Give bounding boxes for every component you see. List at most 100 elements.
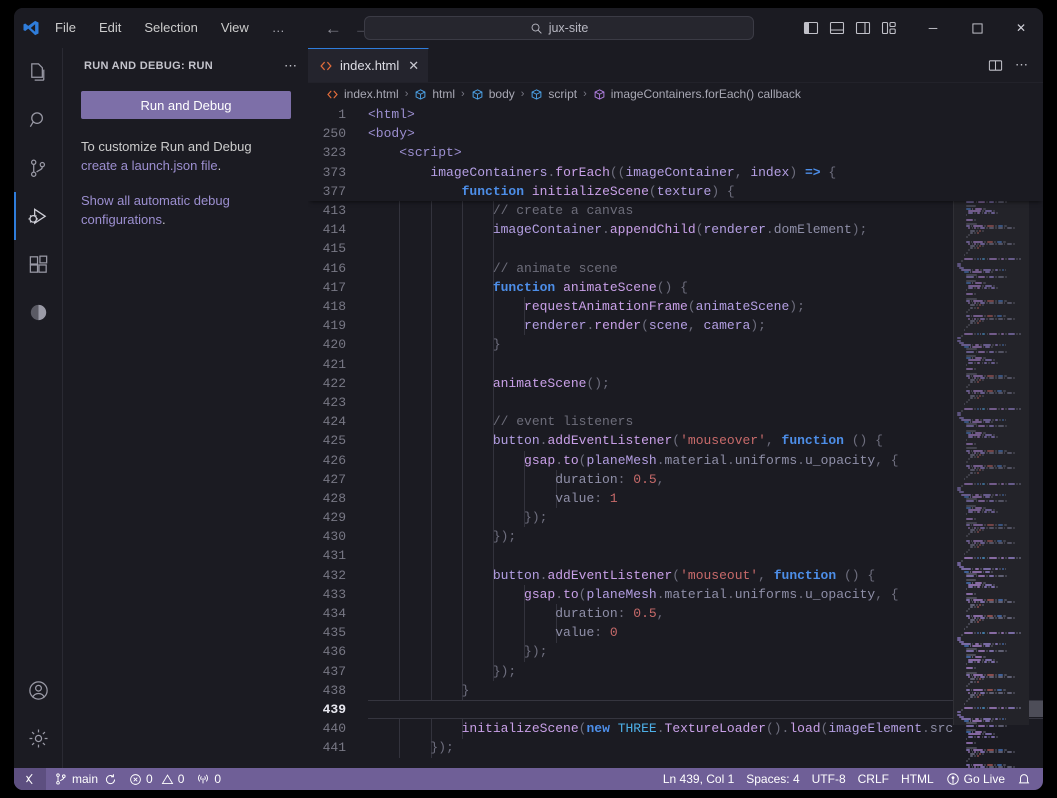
ellipsis-icon[interactable]: ⋯ [1015,57,1029,73]
activity-item-settings[interactable] [14,714,62,762]
activity-item-run-and-debug[interactable] [14,192,62,240]
code-line[interactable]: 441 }); [308,738,1043,757]
editor-scrollbar[interactable] [1029,105,1043,768]
status-problems[interactable]: 0 0 [123,768,190,790]
status-encoding[interactable]: UTF-8 [806,768,852,790]
status-notifications[interactable] [1011,768,1037,790]
code-line[interactable]: 429 }); [308,508,1043,527]
minimap-row [976,766,979,768]
code-line[interactable]: 422 animateScene(); [308,374,1043,393]
html-file-icon [327,90,338,98]
code-line[interactable]: 418 requestAnimationFrame(animateScene); [308,297,1043,316]
search-input[interactable]: jux-site [364,16,754,40]
breadcrumb-item-script[interactable]: script [530,87,577,101]
menu-selection[interactable]: Selection [141,16,200,40]
status-cursor-position[interactable]: Ln 439, Col 1 [657,768,740,790]
breadcrumb-item-callback[interactable]: imageContainers.forEach() callback [593,87,801,101]
code-line[interactable]: 416 // animate scene [308,259,1043,278]
code-line[interactable]: 417 function animateScene() { [308,278,1043,297]
remote-indicator[interactable] [14,768,46,790]
breadcrumb-item-html[interactable]: html [414,87,455,101]
code-line[interactable]: 432 button.addEventListener('mouseout', … [308,566,1043,585]
sidebar-more-actions[interactable]: ⋯ [284,58,298,74]
code-line[interactable]: 437 }); [308,662,1043,681]
code-line[interactable]: 420 } [308,335,1043,354]
arrow-left-icon[interactable]: ← [325,20,342,37]
code-line[interactable]: 419 renderer.render(scene, camera); [308,316,1043,335]
code-line[interactable]: 250 <body> [308,124,1043,143]
split-editor-icon[interactable] [988,58,1003,73]
code-line[interactable]: 438 } [308,681,1043,700]
minimap-row [976,735,981,738]
menu-file[interactable]: File [52,16,79,40]
code-line[interactable]: 439 [308,699,1043,720]
menu-edit[interactable]: Edit [96,16,124,40]
toggle-panel-icon[interactable] [829,20,845,36]
maximize-button[interactable] [955,8,999,48]
status-go-live-label: Go Live [963,772,1005,786]
code-line[interactable]: 377 function initializeScene(texture) { [308,182,1043,201]
activity-item-extensions[interactable] [14,240,62,288]
search-value: jux-site [548,21,589,35]
code-line[interactable]: 433 gsap.to(planeMesh.material.uniforms.… [308,585,1043,604]
run-and-debug-button[interactable]: Run and Debug [81,91,291,119]
code-line[interactable]: 440 initializeScene(new THREE.TextureLoa… [308,719,1043,738]
code-line[interactable]: 414 imageContainer.appendChild(renderer.… [308,220,1043,239]
status-bar: main 0 0 0 Ln 439, Col 1 Spaces: 4 UTF-8… [14,768,1043,790]
status-go-live[interactable]: Go Live [940,768,1011,790]
code-line[interactable]: 1 <html> [308,105,1043,124]
code-line[interactable]: 323 <script> [308,143,1043,162]
status-branch[interactable]: main [48,768,123,790]
activity-item-accounts[interactable] [14,666,62,714]
code-line[interactable]: 435 value: 0 [308,623,1043,642]
symbol-function-icon [594,88,605,100]
minimap-slider[interactable] [953,125,1029,725]
status-eol[interactable]: CRLF [852,768,895,790]
tab-index-html[interactable]: index.html ✕ [308,48,430,82]
toggle-secondary-sidebar-icon[interactable] [855,20,871,36]
minimap-row [1003,751,1006,753]
activity-item-source-control[interactable] [14,144,62,192]
line-text: value: 0 [555,625,618,641]
status-language-mode[interactable]: HTML [895,768,940,790]
activity-item-theme-preview[interactable] [14,288,62,336]
minimap-row [1006,766,1013,768]
code-line[interactable]: 427 duration: 0.5, [308,470,1043,489]
code-line[interactable]: 425 button.addEventListener('mouseover',… [308,431,1043,450]
show-automatic-debug-configs-link[interactable]: Show all automatic debug configurations [81,193,230,227]
minimize-button[interactable]: ─ [911,8,955,48]
breadcrumb-label: script [548,87,578,101]
create-launch-json-link[interactable]: create a launch.json file [81,158,218,173]
code-line[interactable]: 421 [308,355,1043,374]
activity-item-explorer[interactable] [14,48,62,96]
sticky-scroll-header[interactable]: 1 <html> 250 <body> 323 <script> 373 imageCon… [308,105,1043,201]
symbol-field-icon [416,88,426,100]
code-line[interactable]: 415 [308,239,1043,258]
line-text: } [461,682,470,698]
line-text: <script> [399,145,462,161]
customize-layout-icon[interactable] [881,20,897,36]
code-line[interactable]: 413 // create a canvas [308,201,1043,220]
code-line[interactable]: 423 [308,393,1043,412]
breadcrumb-item-file[interactable]: index.html [326,87,399,101]
menu-more[interactable]: … [269,16,289,40]
code-line[interactable]: 428 value: 1 [308,489,1043,508]
status-ports[interactable]: 0 [190,768,227,790]
code-line[interactable]: 436 }); [308,642,1043,661]
status-indentation[interactable]: Spaces: 4 [740,768,805,790]
breadcrumb-item-body[interactable]: body [471,87,515,101]
code-line[interactable]: 430 }); [308,527,1043,546]
close-icon[interactable]: ✕ [408,58,419,74]
code-line[interactable]: 426 gsap.to(planeMesh.material.uniforms.… [308,450,1043,469]
code-line[interactable]: 431 [308,546,1043,565]
code-lines[interactable]: 413 // create a canvas 414 imageContainer… [308,201,1043,757]
line-text: }); [492,529,517,545]
scrollbar-thumb[interactable] [1029,701,1043,717]
close-button[interactable]: ✕ [999,8,1043,48]
code-line[interactable]: 424 // event listeners [308,412,1043,431]
menu-view[interactable]: View [218,16,252,40]
toggle-primary-sidebar-icon[interactable] [803,20,819,36]
activity-item-search[interactable] [14,96,62,144]
code-line[interactable]: 373 imageContainers.forEach((imageContai… [308,163,1043,182]
code-line[interactable]: 434 duration: 0.5, [308,604,1043,623]
